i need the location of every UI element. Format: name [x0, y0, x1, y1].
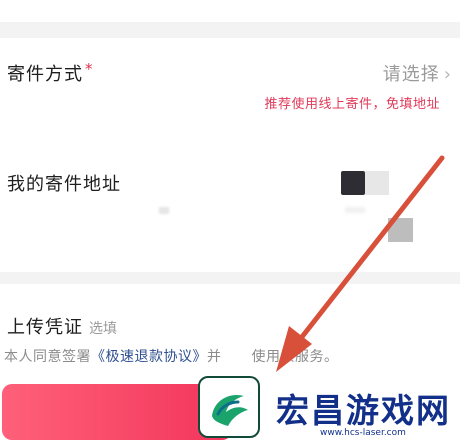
arrow-shaft — [295, 155, 445, 345]
dragon-logo-icon — [198, 376, 260, 438]
watermark-brand: 宏昌游戏网 — [276, 391, 451, 430]
watermark-url: www.hcs-laser.com — [320, 428, 406, 438]
dragon-logo-icon — [212, 394, 248, 426]
